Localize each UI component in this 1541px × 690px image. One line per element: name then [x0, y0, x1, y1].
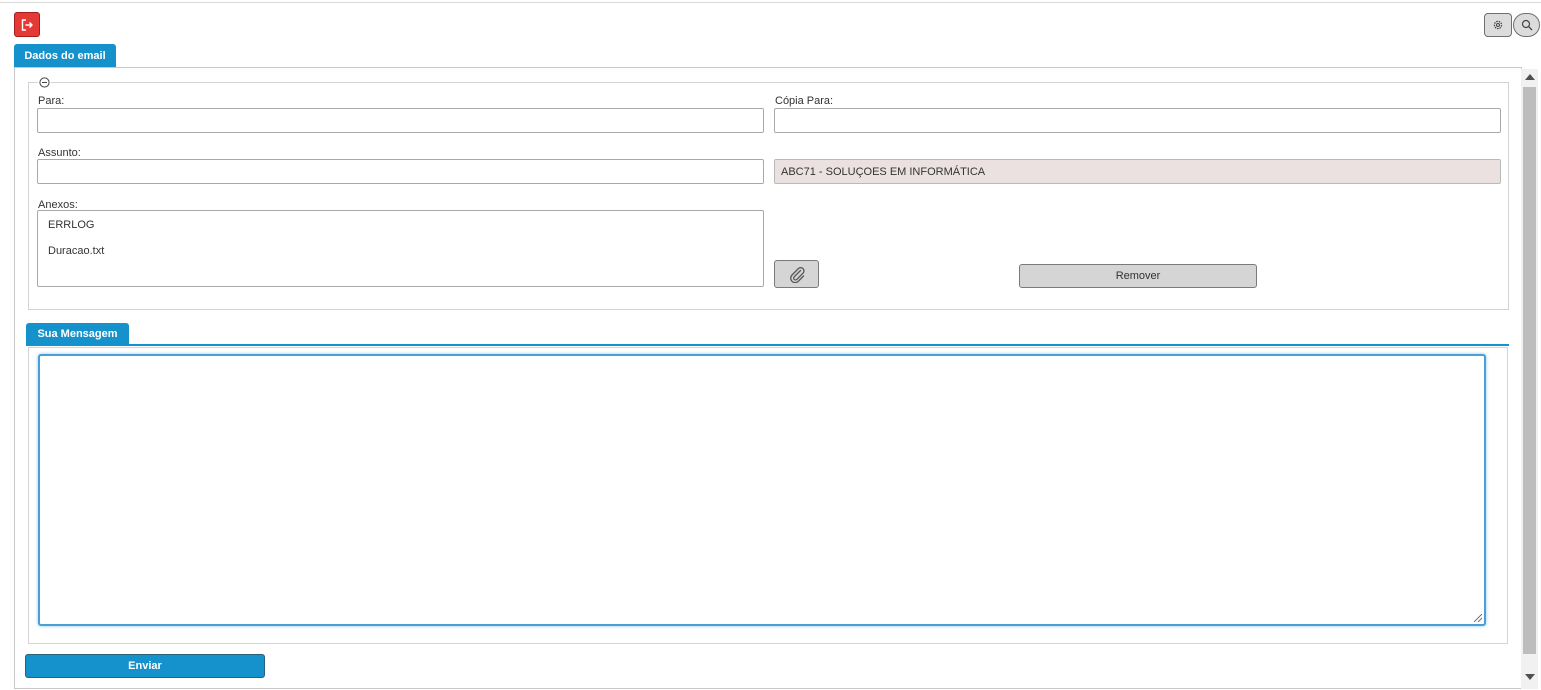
send-button[interactable]: Enviar [25, 654, 265, 678]
tab-message[interactable]: Sua Mensagem [26, 323, 129, 345]
tab-email-data[interactable]: Dados do email [14, 44, 116, 67]
tab-underline [26, 344, 1509, 346]
paperclip-icon [789, 267, 805, 283]
message-textarea[interactable] [38, 354, 1486, 626]
list-item[interactable]: Duracao.txt [48, 245, 104, 257]
resize-grip-icon[interactable] [1474, 614, 1482, 622]
subject-label: Assunto: [38, 147, 81, 159]
cc-label: Cópia Para: [775, 95, 834, 107]
list-item[interactable]: ERRLOG [48, 219, 94, 231]
remove-button[interactable]: Remover [1019, 264, 1257, 288]
exit-button[interactable] [14, 12, 40, 37]
scrollbar-thumb[interactable] [1523, 87, 1536, 654]
settings-button[interactable] [1484, 13, 1512, 37]
to-field[interactable] [37, 108, 764, 133]
to-label: Para: [38, 95, 65, 107]
exit-icon [21, 18, 33, 31]
top-divider [0, 2, 1541, 3]
collapse-icon[interactable] [38, 76, 51, 89]
sender-field: ABC71 - SOLUÇOES EM INFORMÁTICA [774, 159, 1501, 184]
cc-field[interactable] [774, 108, 1501, 133]
gear-icon [1493, 20, 1503, 30]
scroll-down-icon[interactable] [1525, 674, 1535, 680]
scroll-up-icon[interactable] [1525, 74, 1535, 80]
search-button[interactable] [1513, 13, 1540, 37]
subject-field[interactable] [37, 159, 764, 184]
attach-button[interactable] [774, 260, 819, 288]
attachments-list[interactable]: ERRLOG Duracao.txt [37, 210, 764, 287]
search-icon [1521, 19, 1532, 31]
